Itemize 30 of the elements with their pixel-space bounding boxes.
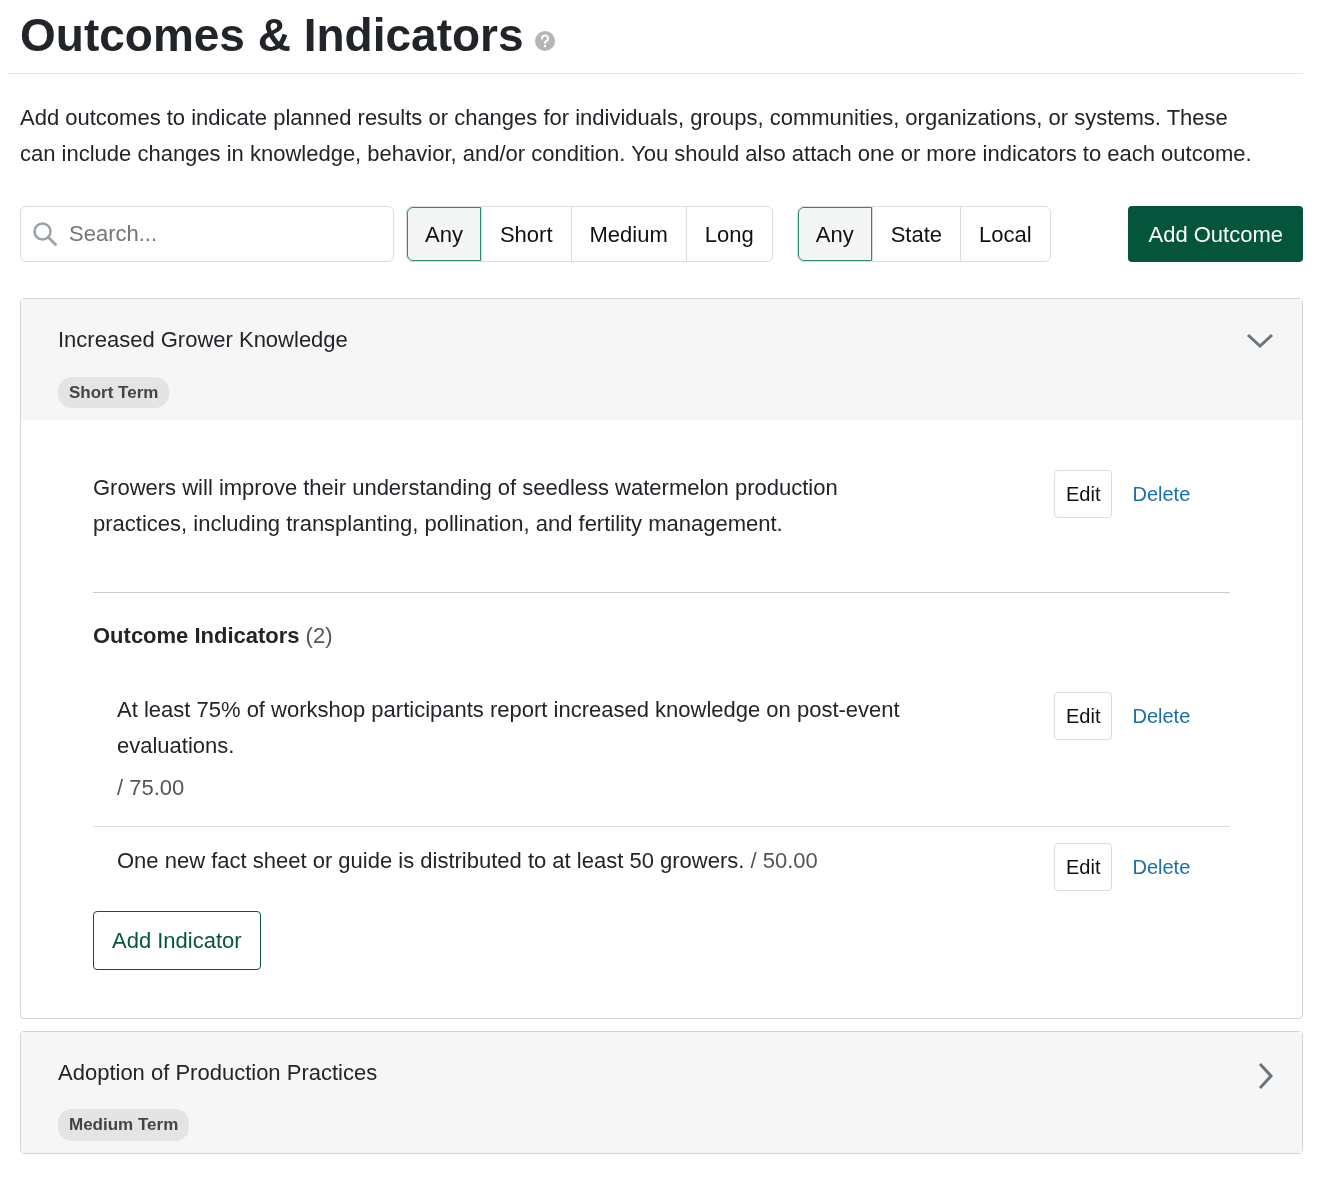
chevron-right-icon[interactable] — [1258, 1062, 1274, 1091]
chevron-down-icon[interactable] — [1246, 333, 1274, 350]
indicators-heading: Outcome Indicators — [93, 623, 300, 649]
edit-button[interactable]: Edit — [1054, 470, 1113, 519]
outcome-header[interactable]: Increased Grower Knowledge Short Term — [21, 299, 1302, 421]
filter-tab[interactable]: Any — [797, 207, 872, 262]
indicator-target: / 50.00 — [750, 848, 818, 874]
filter-tab[interactable]: Any — [407, 207, 481, 262]
delete-link[interactable]: Delete — [1132, 479, 1191, 510]
intro-text: Add outcomes to indicate planned results or changes for individuals, groups, communities, organizations, or systems. These can include changes in knowledge, behavior, and/or condition. You should also attach one or more indicators to each outcome. — [19, 104, 1253, 169]
filter-tab[interactable]: Long — [685, 207, 772, 262]
outcome-title: Adoption of Production Practices — [58, 1060, 379, 1087]
indicator-text: One new fact sheet or guide is distributed to at least 50 growers. — [117, 848, 745, 874]
delete-link[interactable]: Delete — [1132, 701, 1191, 732]
term-tag: Short Term — [58, 376, 170, 409]
outcome-header[interactable]: Adoption of Production Practices Medium Term — [21, 1032, 1302, 1153]
term-tag: Medium Term — [58, 1109, 190, 1141]
page-title: Outcomes & Indicators — [20, 8, 524, 63]
search-field[interactable]: Search... — [20, 206, 394, 263]
edit-button[interactable]: Edit — [1054, 692, 1113, 741]
outcome-description: Growers will improve their understanding of seedless watermelon production practices, including transplanting, pollination, and fertility management. — [93, 474, 839, 539]
indicator-text: At least 75% of workshop participants report increased knowledge on post-event evaluations. — [117, 697, 900, 759]
add-indicator-button[interactable]: Add Indicator — [93, 911, 261, 971]
delete-link[interactable]: Delete — [1132, 852, 1191, 883]
outcome-title: Increased Grower Knowledge — [58, 327, 349, 354]
add-outcome-button[interactable]: Add Outcome — [1128, 206, 1303, 263]
edit-button[interactable]: Edit — [1054, 843, 1113, 892]
indicator-target: / 75.00 — [117, 774, 186, 803]
indicators-count: (2) — [305, 623, 333, 649]
filter-tab[interactable]: Local — [960, 207, 1050, 262]
